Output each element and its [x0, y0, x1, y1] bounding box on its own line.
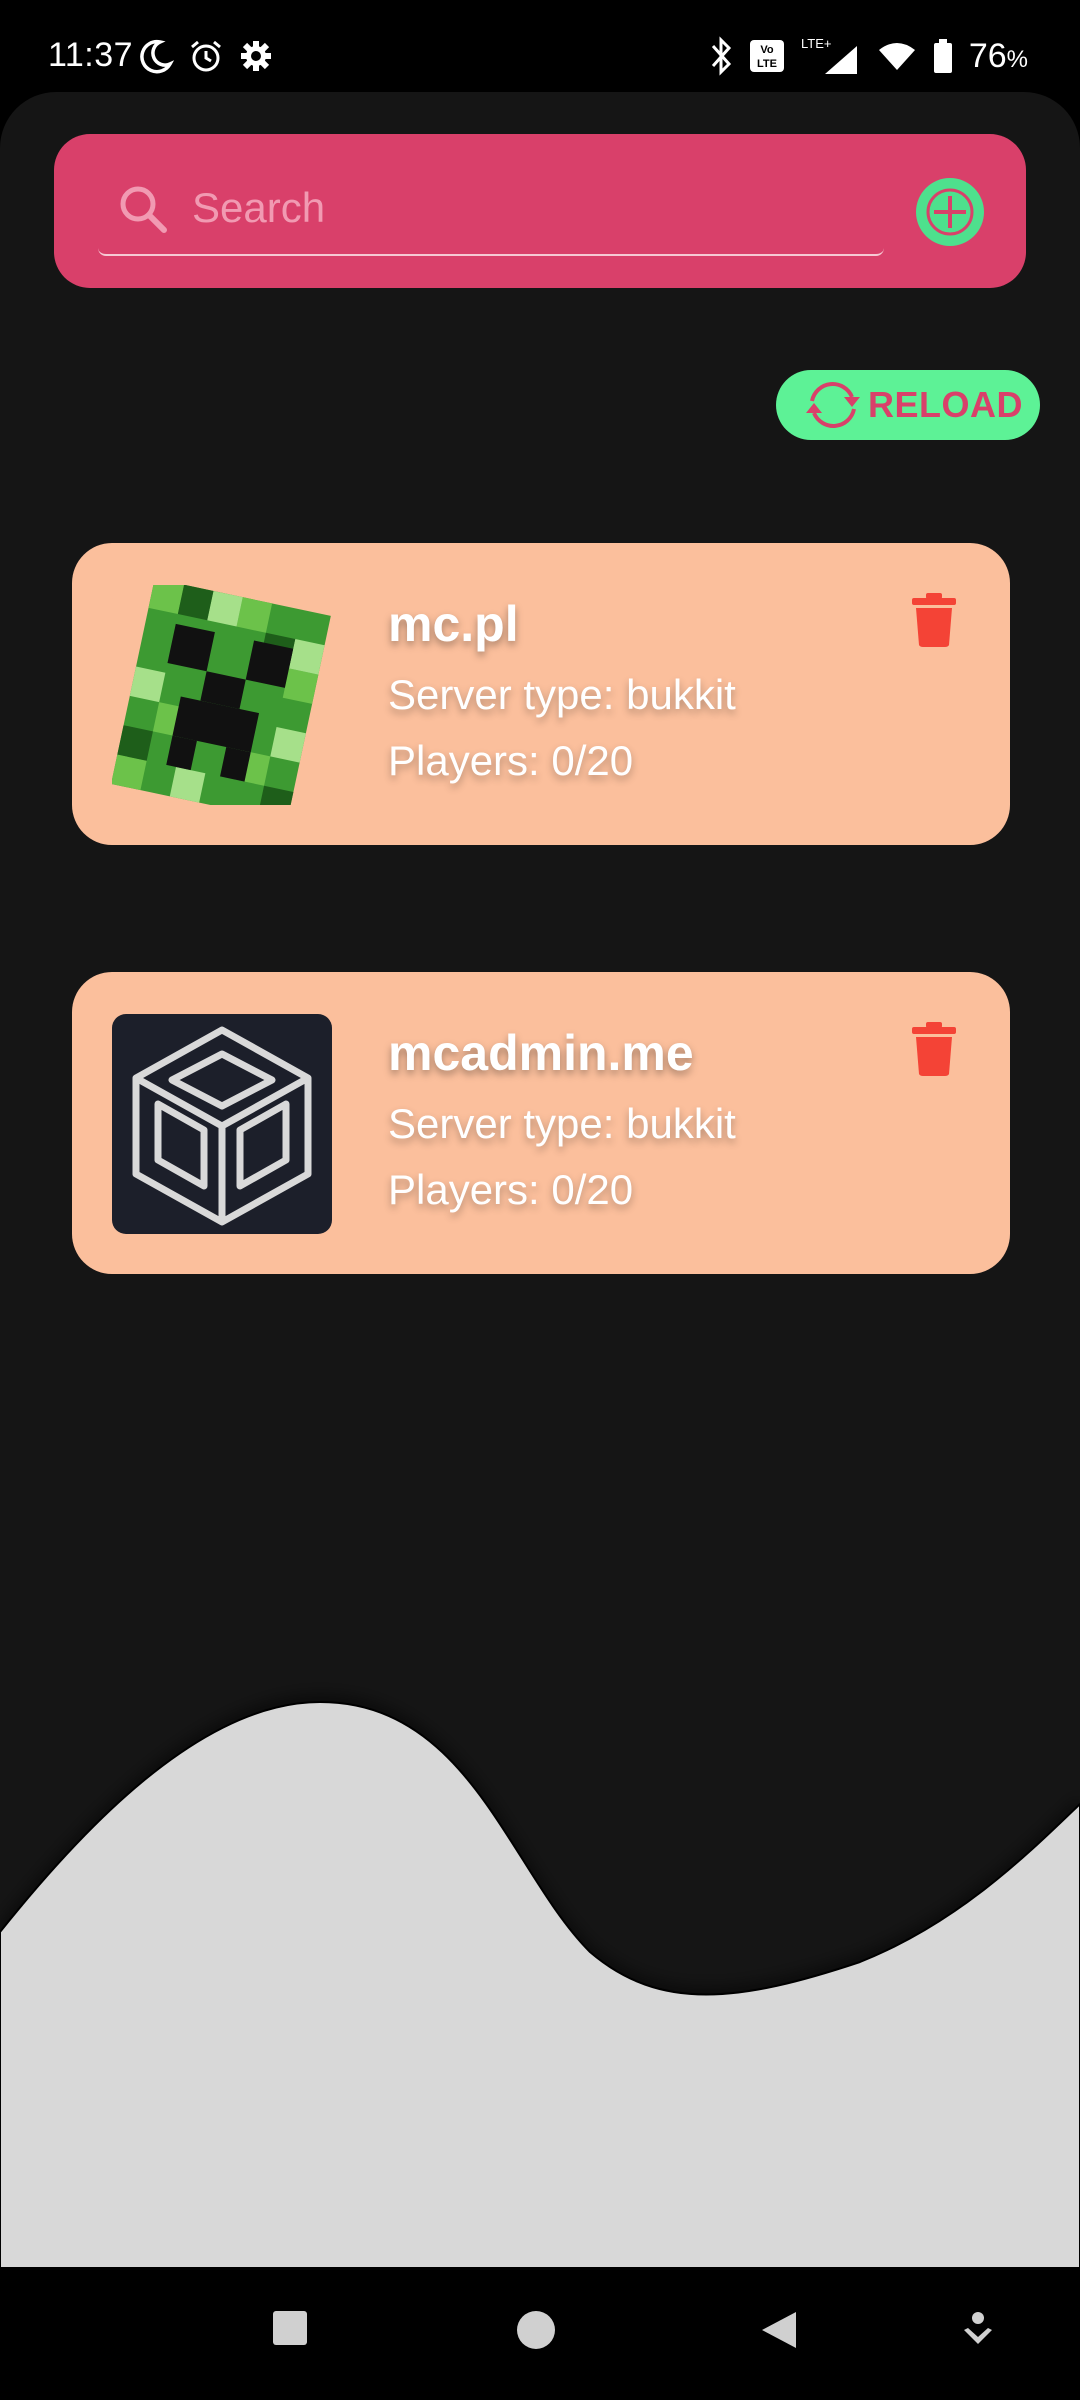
server-players: Players: 0/20	[388, 737, 634, 784]
server-type: Server type: bukkit	[388, 1100, 736, 1147]
server-card[interactable]: mcadmin.me Server type: bukkit Players: …	[72, 972, 1010, 1274]
server-type: Server type: bukkit	[388, 671, 736, 718]
delete-server-button[interactable]	[910, 1022, 958, 1078]
plus-icon	[926, 188, 974, 236]
cube-logo-icon	[112, 1014, 332, 1234]
square-recents-icon	[273, 2311, 307, 2345]
delete-server-button[interactable]	[910, 593, 958, 649]
search-bar	[54, 134, 1026, 288]
do-not-disturb-moon-icon	[140, 39, 174, 74]
server-thumbnail	[112, 585, 332, 805]
alarm-clock-icon	[191, 40, 221, 72]
add-server-button[interactable]	[916, 178, 984, 246]
status-bar: 11:37 Vo LTE LTE+ 76%	[0, 0, 1080, 92]
search-field	[98, 164, 884, 256]
search-input[interactable]	[190, 178, 854, 238]
bluetooth-icon	[711, 36, 731, 76]
trash-icon	[912, 593, 956, 647]
recents-button[interactable]	[272, 2310, 308, 2349]
lte-plus-signal-icon: LTE+	[801, 36, 857, 74]
wifi-icon	[878, 43, 915, 70]
nav-extra-button[interactable]	[958, 2310, 998, 2353]
battery-unit: %	[1006, 45, 1028, 73]
status-time: 11:37	[48, 36, 134, 74]
svg-text:Vo: Vo	[760, 44, 774, 56]
back-button[interactable]	[760, 2310, 798, 2353]
home-button[interactable]	[516, 2310, 556, 2353]
server-card[interactable]: mc.pl Server type: bukkit Players: 0/20	[72, 543, 1010, 845]
settings-gear-icon	[241, 41, 271, 71]
reload-icon	[806, 382, 860, 428]
search-icon	[120, 186, 167, 233]
trash-icon	[912, 1022, 956, 1076]
reload-label: RELOAD	[868, 384, 1023, 425]
battery-percent: 76	[968, 36, 1007, 75]
keyboard-dismiss-icon	[964, 2312, 992, 2344]
app-surface: RELOAD	[0, 92, 1080, 2268]
triangle-back-icon	[762, 2312, 796, 2348]
navigation-bar	[0, 2268, 1080, 2400]
volte-icon: Vo LTE	[749, 40, 784, 72]
creeper-face-icon	[112, 585, 332, 805]
server-thumbnail	[112, 1014, 332, 1234]
server-name: mcadmin.me	[388, 1025, 694, 1081]
server-name: mc.pl	[388, 596, 519, 652]
svg-text:LTE+: LTE+	[801, 36, 831, 51]
server-players: Players: 0/20	[388, 1166, 634, 1213]
battery-icon	[933, 39, 952, 73]
reload-button[interactable]: RELOAD	[776, 370, 1040, 440]
svg-text:LTE: LTE	[757, 58, 777, 70]
circle-home-icon	[517, 2311, 555, 2349]
